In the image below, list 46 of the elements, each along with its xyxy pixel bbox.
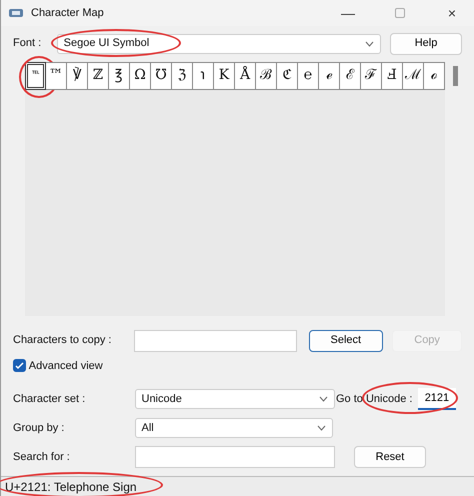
close-button[interactable]: × — [430, 2, 474, 24]
character-cell[interactable]: ℱ — [361, 62, 382, 90]
character-cell[interactable]: ™ — [46, 62, 67, 90]
dropdown[interactable]: Unicode — [134, 389, 334, 409]
character-cell[interactable]: ℡ — [25, 62, 46, 90]
reset-button[interactable]: Reset — [354, 446, 426, 468]
field-label: Go to Unicode : — [336, 392, 412, 407]
character-cell[interactable]: ℯ — [319, 62, 340, 90]
minimize-button[interactable]: — — [326, 2, 370, 24]
status-bar: U+2121: Telephone Sign — [1, 476, 474, 496]
font-dropdown[interactable]: Segoe UI Symbol — [56, 34, 380, 54]
character-cell[interactable]: ℧ — [151, 62, 172, 90]
checkbox-label: Advanced view — [28, 358, 103, 374]
field-label: Font : — [13, 36, 42, 52]
caret-icon — [364, 40, 374, 46]
character-cell[interactable]: ℥ — [109, 62, 130, 90]
character-cell[interactable]: ℰ — [340, 62, 361, 90]
advanced-view-checkbox[interactable] — [13, 359, 26, 372]
app-icon — [9, 8, 23, 18]
window-title: Character Map — [31, 6, 105, 21]
field-label: Characters to copy : — [13, 333, 112, 348]
character-cell[interactable]: Ⅎ — [382, 62, 403, 90]
caret-icon — [318, 396, 328, 402]
character-cell[interactable]: ℭ — [277, 62, 298, 90]
unicode-field[interactable]: 2121 — [418, 388, 456, 410]
help-button[interactable]: Help — [390, 32, 462, 54]
character-cell[interactable]: K — [214, 62, 235, 90]
character-cell[interactable]: ℣ — [67, 62, 88, 90]
character-cell[interactable]: Ω — [130, 62, 151, 90]
field-label: Character set : — [13, 392, 86, 407]
character-cell[interactable]: Å — [235, 62, 256, 90]
character-cell[interactable]: ℴ — [424, 62, 445, 90]
character-cell[interactable]: ℨ — [172, 62, 193, 90]
field-label: Search for : — [13, 450, 71, 465]
character-cell[interactable]: ℬ — [256, 62, 277, 90]
character-cell[interactable]: ℮ — [298, 62, 319, 90]
field-label: Group by : — [13, 420, 66, 436]
caret-icon — [316, 425, 326, 431]
character-cell[interactable]: ℳ — [403, 62, 424, 90]
select-button[interactable]: Select — [308, 330, 383, 352]
dropdown[interactable]: All — [134, 418, 332, 438]
character-cell[interactable]: ℩ — [193, 62, 214, 90]
characters-field[interactable] — [134, 330, 298, 352]
scrollbar-thumb[interactable] — [453, 66, 458, 86]
search-field[interactable] — [134, 446, 334, 468]
character-cell[interactable]: ℤ — [88, 62, 109, 90]
